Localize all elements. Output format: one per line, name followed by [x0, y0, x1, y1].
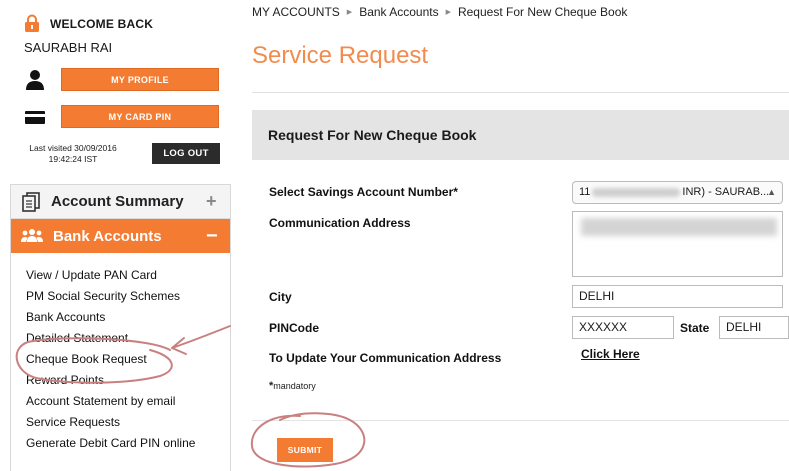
pincode-label: PINCode [269, 321, 320, 335]
document-icon [22, 191, 40, 212]
breadcrumb-current: Request For New Cheque Book [457, 5, 628, 19]
breadcrumb-separator-icon: ▶ [346, 9, 353, 16]
masked-address [581, 218, 777, 236]
state-input[interactable]: DELHI [719, 316, 789, 339]
breadcrumb-separator-icon: ▶ [445, 9, 451, 16]
menu-bank-accounts[interactable]: Bank Accounts − [11, 219, 230, 253]
submenu-cheque-book-request[interactable]: Cheque Book Request [26, 349, 230, 370]
submenu-detailed-statement[interactable]: Detailed Statement [26, 328, 230, 349]
menu-account-summary-label: Account Summary [51, 193, 184, 210]
pincode-input[interactable]: XXXXXX [572, 316, 674, 339]
card-pin-row: MY CARD PIN [24, 105, 219, 128]
menu-account-summary[interactable]: Account Summary + [11, 185, 230, 219]
select-arrow-icon: ▲ [767, 187, 776, 197]
submit-button[interactable]: SUBMIT [277, 438, 333, 462]
submenu-generate-debit-pin[interactable]: Generate Debit Card PIN online [26, 433, 230, 454]
breadcrumb-bank-accounts[interactable]: Bank Accounts [359, 5, 438, 19]
divider [252, 420, 789, 421]
city-label: City [269, 290, 292, 304]
masked-account-number [592, 187, 681, 197]
profile-row: MY PROFILE [24, 68, 219, 91]
submenu-pm-social-security[interactable]: PM Social Security Schemes [26, 286, 230, 307]
breadcrumb: MY ACCOUNTS ▶ Bank Accounts ▶ Request Fo… [252, 5, 627, 19]
click-here-link[interactable]: Click Here [581, 347, 640, 361]
card-icon [25, 110, 45, 124]
update-address-label: To Update Your Communication Address [269, 351, 502, 365]
submenu-service-requests[interactable]: Service Requests [26, 412, 230, 433]
profile-icon [26, 69, 44, 90]
address-label: Communication Address [269, 216, 411, 230]
user-name: SAURABH RAI [24, 40, 113, 55]
users-icon [21, 229, 43, 242]
form-heading: Request For New Cheque Book [252, 110, 789, 160]
my-profile-button[interactable]: MY PROFILE [61, 68, 219, 91]
breadcrumb-my-accounts[interactable]: MY ACCOUNTS [252, 5, 340, 19]
account-select[interactable]: 11 INR) - SAURAB... ▲ [572, 181, 783, 204]
submenu-account-statement-email[interactable]: Account Statement by email [26, 391, 230, 412]
minus-icon[interactable]: − [206, 225, 230, 248]
welcome-row: WELCOME BACK [24, 14, 153, 33]
page-title: Service Request [252, 42, 429, 69]
bank-accounts-submenu: View / Update PAN Card PM Social Securit… [11, 253, 230, 454]
state-label: State [680, 321, 710, 335]
lock-icon [25, 14, 39, 32]
account-menu: Account Summary + Bank Accounts − View /… [10, 184, 231, 471]
my-card-pin-button[interactable]: MY CARD PIN [61, 105, 219, 128]
mandatory-text: mandatory [273, 381, 316, 391]
sidebar: WELCOME BACK SAURABH RAI MY PROFILE MY C… [0, 0, 240, 471]
submenu-view-update-pan[interactable]: View / Update PAN Card [26, 265, 230, 286]
divider [252, 92, 789, 93]
city-input[interactable]: DELHI [572, 285, 783, 308]
submenu-reward-points[interactable]: Reward Points [26, 370, 230, 391]
welcome-text: WELCOME BACK [50, 16, 154, 31]
submenu-bank-accounts[interactable]: Bank Accounts [26, 307, 230, 328]
logout-button[interactable]: LOG OUT [152, 143, 220, 164]
mandatory-note: *mandatory [269, 380, 316, 392]
last-visited-text: Last visited 30/09/2016 19:42:24 IST [29, 143, 117, 164]
account-value-end: INR) - SAURAB... [682, 186, 770, 198]
account-label: Select Savings Account Number* [269, 185, 458, 199]
address-textarea[interactable] [572, 211, 783, 277]
account-value-start: 11 [579, 186, 591, 198]
menu-bank-accounts-label: Bank Accounts [53, 227, 162, 245]
plus-icon[interactable]: + [206, 191, 230, 212]
